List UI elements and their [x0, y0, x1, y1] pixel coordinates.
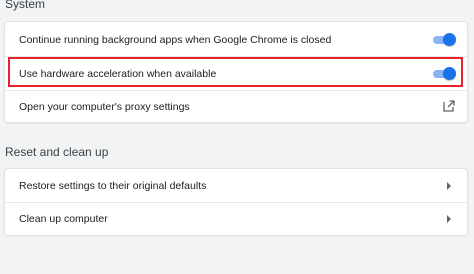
setting-row-proxy-settings[interactable]: Open your computer's proxy settings [5, 90, 467, 123]
setting-label-proxy-settings: Open your computer's proxy settings [19, 100, 190, 113]
highlight-box [8, 57, 463, 87]
arrow-right-icon [447, 182, 451, 190]
setting-label-restore-defaults: Restore settings to their original defau… [19, 179, 207, 192]
setting-label-background-apps: Continue running background apps when Go… [19, 33, 332, 46]
setting-row-clean-up[interactable]: Clean up computer [5, 202, 467, 235]
toggle-knob [443, 33, 456, 46]
setting-label-clean-up: Clean up computer [19, 212, 108, 225]
setting-row-background-apps[interactable]: Continue running background apps when Go… [5, 23, 467, 56]
arrow-right-icon [447, 215, 451, 223]
external-link-icon[interactable] [443, 100, 455, 112]
background-apps-toggle[interactable] [433, 33, 456, 47]
section-title-system: System [5, 0, 46, 11]
reset-card: Restore settings to their original defau… [5, 169, 467, 235]
setting-row-restore-defaults[interactable]: Restore settings to their original defau… [5, 169, 467, 202]
section-title-reset: Reset and clean up [5, 145, 109, 159]
